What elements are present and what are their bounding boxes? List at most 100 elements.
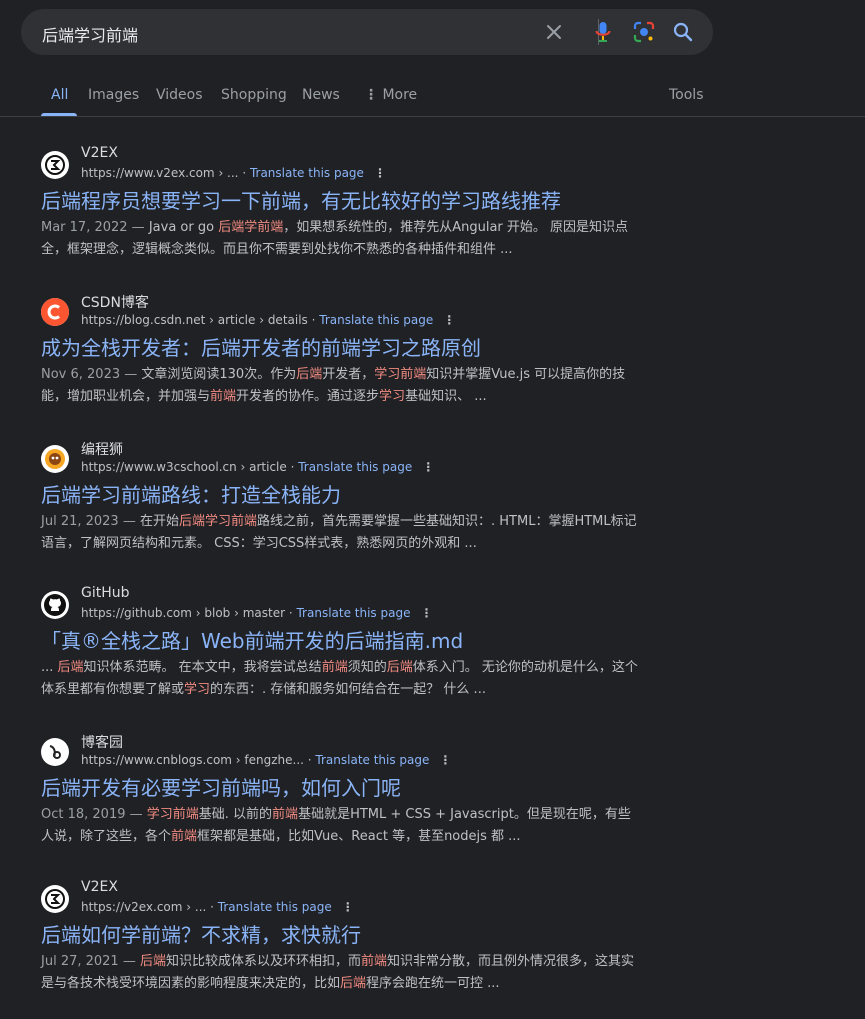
- result-site-name[interactable]: GitHub: [81, 585, 130, 601]
- result-url: https://www.cnblogs.com › fengzhe... · T…: [81, 753, 451, 767]
- result-date: Jul 27, 2021 —: [41, 954, 140, 969]
- snippet-text: 基础知识、 ...: [405, 389, 487, 404]
- more-options-icon[interactable]: ⋮: [420, 606, 432, 620]
- translate-link[interactable]: Translate this page: [298, 460, 412, 474]
- v2ex-icon[interactable]: [41, 151, 69, 179]
- search-result: 博客园 https://www.cnblogs.com › fengzhe... …: [0, 732, 865, 872]
- microphone-icon[interactable]: [591, 20, 615, 44]
- result-site-name[interactable]: 博客园: [81, 732, 123, 752]
- result-url: https://v2ex.com › ... · Translate this …: [81, 900, 354, 914]
- snippet-text: 知识体系范畴。 在本文中，我将尝试总结: [83, 660, 322, 675]
- more-options-icon[interactable]: ⋮: [374, 166, 386, 180]
- tab-images[interactable]: Images: [88, 87, 139, 103]
- url-separator: ·: [285, 606, 297, 620]
- snippet-text: 须知的: [347, 660, 387, 675]
- result-date: Oct 18, 2019 —: [41, 807, 147, 822]
- result-url-text[interactable]: https://v2ex.com › ...: [81, 900, 206, 914]
- result-snippet: Mar 17, 2022 — Java or go 后端学前端，如果想系统性的，…: [41, 217, 641, 261]
- v2ex-icon[interactable]: [41, 885, 69, 913]
- snippet-text: 文章浏览阅读130次。作为: [141, 367, 297, 382]
- snippet-highlight: 后端: [340, 976, 367, 991]
- snippet-text: 基础. 以前的: [198, 807, 273, 822]
- search-result: V2EX https://www.v2ex.com › ... · Transla…: [0, 145, 865, 285]
- translate-link[interactable]: Translate this page: [319, 313, 433, 327]
- snippet-text: 程序会跑在统一可控 ...: [366, 976, 500, 991]
- snippet-highlight: 后端: [57, 660, 84, 675]
- result-site-name[interactable]: V2EX: [81, 145, 118, 161]
- result-url: https://blog.csdn.net › article › detail…: [81, 313, 455, 327]
- snippet-highlight: 前端: [321, 660, 348, 675]
- result-snippet: Nov 6, 2023 — 文章浏览阅读130次。作为后端开发者，学习前端知识并…: [41, 364, 641, 408]
- result-url-text[interactable]: https://www.cnblogs.com › fengzhe...: [81, 753, 304, 767]
- more-vert-icon: ⋮: [364, 87, 378, 103]
- cnblogs-icon[interactable]: [41, 738, 69, 766]
- snippet-highlight: 前端: [210, 389, 237, 404]
- search-result: V2EX https://v2ex.com › ... · Translate t…: [0, 879, 865, 1019]
- url-separator: ·: [303, 753, 316, 767]
- result-title-link[interactable]: 成为全栈开发者：后端开发者的前端学习之路原创: [41, 332, 481, 361]
- translate-link[interactable]: Translate this page: [315, 753, 429, 767]
- csdn-icon[interactable]: [41, 298, 69, 326]
- snippet-highlight: 学习前端: [146, 807, 199, 822]
- result-title-link[interactable]: 「真®全栈之路」Web前端开发的后端指南.md: [41, 625, 463, 654]
- result-date: Jul 21, 2023 —: [41, 514, 140, 529]
- tab-all[interactable]: All: [51, 87, 68, 103]
- result-url-text[interactable]: https://github.com › blob › master: [81, 606, 285, 620]
- result-title-link[interactable]: 后端开发有必要学习前端吗，如何入门呢: [41, 772, 401, 801]
- result-date: Mar 17, 2022 —: [41, 220, 149, 235]
- result-date: Nov 6, 2023 —: [41, 367, 142, 382]
- tab-more[interactable]: ⋮ More: [364, 87, 417, 103]
- search-bar[interactable]: 后端学习前端: [21, 9, 713, 55]
- translate-link[interactable]: Translate this page: [296, 606, 410, 620]
- snippet-text: 的东西：. 存储和服务如何结合在一起？ 什么 ...: [210, 682, 486, 697]
- result-url-text[interactable]: https://www.w3cschool.cn › article: [81, 460, 287, 474]
- clear-icon[interactable]: [542, 20, 566, 44]
- result-title-link[interactable]: 后端学习前端路线：打造全栈能力: [41, 479, 341, 508]
- result-snippet: Jul 27, 2021 — 后端知识比较成体系以及环环相扣，而前端知识非常分散…: [41, 951, 641, 995]
- result-url-text[interactable]: https://www.v2ex.com › ...: [81, 166, 239, 180]
- snippet-highlight: 学习: [184, 682, 211, 697]
- snippet-highlight: 后端: [139, 954, 166, 969]
- result-site-name[interactable]: V2EX: [81, 879, 118, 895]
- result-snippet: Jul 21, 2023 — 在开始后端学习前端路线之前，首先需要掌握一些基础知…: [41, 511, 641, 555]
- search-icon[interactable]: [671, 20, 695, 44]
- snippet-highlight: 后端学前端: [218, 220, 284, 235]
- github-icon[interactable]: [41, 591, 69, 619]
- result-url: https://github.com › blob › master · Tra…: [81, 606, 432, 620]
- tabs-divider: [0, 116, 865, 117]
- snippet-text: 在开始: [139, 514, 179, 529]
- tools-button[interactable]: Tools: [669, 87, 704, 103]
- snippet-text: 框架都是基础，比如Vue、React 等，甚至nodejs 都 ...: [197, 829, 521, 844]
- result-url: https://www.v2ex.com › ... · Translate t…: [81, 166, 386, 180]
- url-separator: ·: [238, 166, 250, 180]
- tab-videos[interactable]: Videos: [156, 87, 203, 103]
- more-options-icon[interactable]: ⋮: [422, 460, 434, 474]
- translate-link[interactable]: Translate this page: [218, 900, 332, 914]
- snippet-highlight: 前端: [171, 829, 198, 844]
- translate-link[interactable]: Translate this page: [250, 166, 364, 180]
- more-options-icon[interactable]: ⋮: [439, 753, 451, 767]
- w3cschool-icon[interactable]: [41, 445, 69, 473]
- snippet-highlight: 后端: [386, 660, 413, 675]
- snippet-highlight: 学习前端: [374, 367, 427, 382]
- result-site-name[interactable]: 编程狮: [81, 439, 123, 459]
- snippet-text: Java or go: [148, 220, 219, 235]
- snippet-highlight: 前端: [272, 807, 299, 822]
- result-site-name[interactable]: CSDN博客: [81, 292, 149, 312]
- search-tabs: All Images Videos Shopping News ⋮ More T…: [0, 78, 865, 116]
- result-title-link[interactable]: 后端如何学前端？不求精，求快就行: [41, 919, 361, 948]
- lens-icon[interactable]: [632, 20, 656, 44]
- snippet-highlight: 后端学习前端: [179, 514, 258, 529]
- search-input[interactable]: 后端学习前端: [42, 22, 138, 46]
- snippet-highlight: 前端: [361, 954, 388, 969]
- result-url: https://www.w3cschool.cn › article · Tra…: [81, 460, 434, 474]
- result-url-text[interactable]: https://blog.csdn.net › article › detail…: [81, 313, 308, 327]
- snippet-highlight: 后端: [296, 367, 323, 382]
- result-title-link[interactable]: 后端程序员想要学习一下前端，有无比较好的学习路线推荐: [41, 185, 561, 214]
- tab-news[interactable]: News: [302, 87, 340, 103]
- more-options-icon[interactable]: ⋮: [443, 313, 455, 327]
- tab-shopping[interactable]: Shopping: [221, 87, 287, 103]
- more-options-icon[interactable]: ⋮: [342, 900, 354, 914]
- snippet-highlight: 学习: [379, 389, 406, 404]
- snippet-text: 开发者的协作。通过逐步: [236, 389, 380, 404]
